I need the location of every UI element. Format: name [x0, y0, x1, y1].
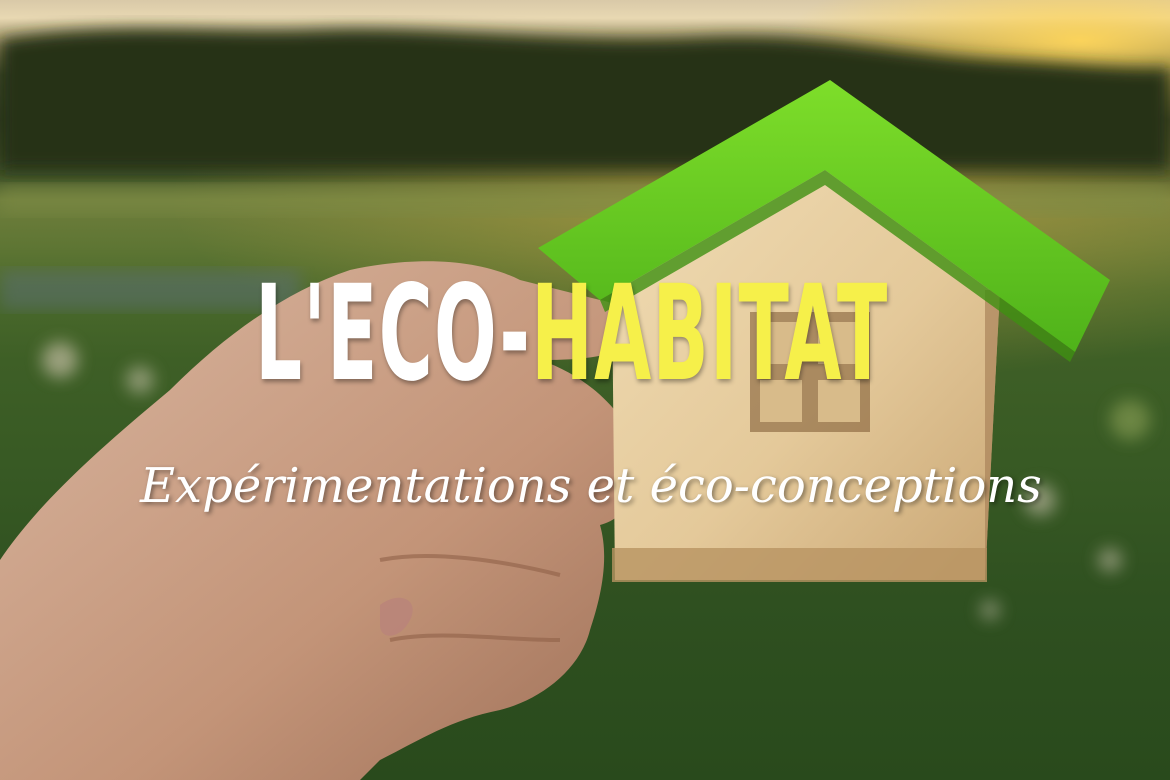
- page-title: L'ECO-HABITAT: [255, 268, 888, 400]
- title-part-white: L'ECO-: [255, 257, 532, 411]
- title-part-yellow: HABITAT: [531, 257, 889, 411]
- eco-habitat-banner: L'ECO-HABITAT Expérimentations et éco-co…: [0, 0, 1170, 780]
- page-subtitle: Expérimentations et éco-conceptions: [140, 458, 1042, 514]
- tree-line: [0, 29, 1170, 170]
